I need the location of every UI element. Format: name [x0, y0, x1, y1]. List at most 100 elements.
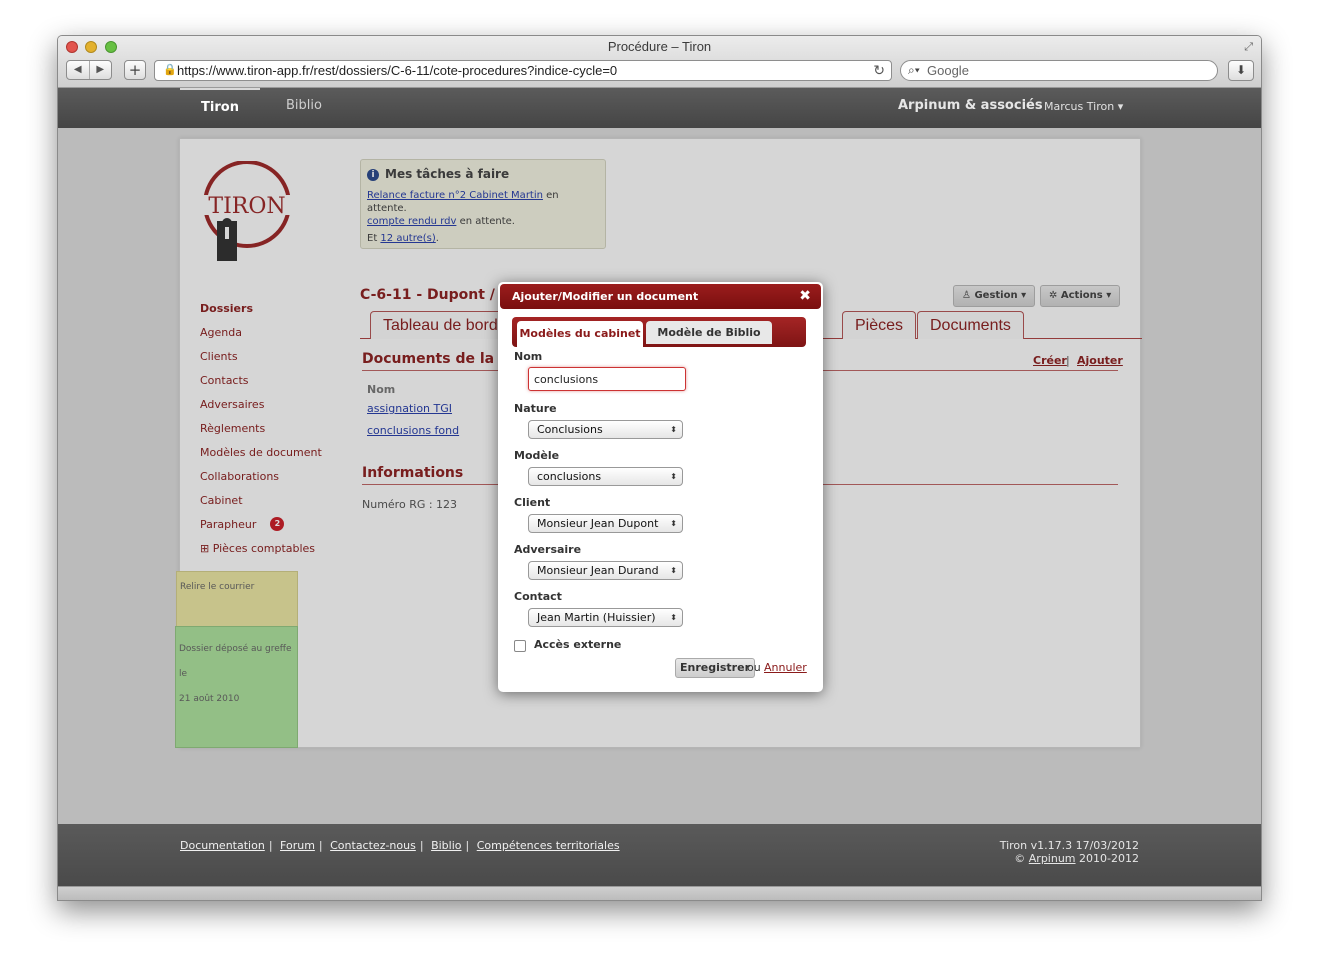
side-navigation: Dossiers Agenda Clients Contacts Adversa… — [200, 301, 322, 565]
annuler-link[interactable]: Annuler — [764, 661, 807, 674]
document-link-conclusions[interactable]: conclusions fond — [367, 424, 459, 437]
copyright: © Arpinum 2010-2012 — [1014, 852, 1139, 865]
informations-section-title: Informations — [362, 465, 464, 481]
nom-input[interactable] — [528, 367, 686, 391]
footer-link-competences[interactable]: Compétences territoriales — [477, 839, 620, 852]
sidebar-item-agenda[interactable]: Agenda — [200, 325, 322, 349]
chevron-down-icon: ▾ — [1021, 290, 1027, 301]
ou-text: ou — [747, 661, 761, 674]
enregistrer-button[interactable]: Enregistrer — [675, 658, 755, 678]
tab-tableau-de-bord[interactable]: Tableau de bord — [370, 311, 511, 339]
client-select[interactable]: Monsieur Jean Dupont ⬍ — [528, 514, 683, 533]
info-icon: i — [367, 168, 379, 181]
chevron-down-icon: ▾ — [1106, 290, 1112, 301]
contact-select[interactable]: Jean Martin (Huissier) ⬍ — [528, 608, 683, 627]
nom-label: Nom — [514, 350, 543, 363]
task-link-others[interactable]: 12 autre(s) — [380, 233, 435, 244]
task-line-3: Et 12 autre(s). — [367, 233, 439, 244]
select-arrows-icon: ⬍ — [670, 425, 677, 434]
adversaire-select[interactable]: Monsieur Jean Durand ⬍ — [528, 561, 683, 580]
sidebar-item-clients[interactable]: Clients — [200, 349, 322, 373]
footer: Documentation | Forum | Contactez-nous | Bi… — [58, 824, 1261, 886]
sticky-note-date: 21 août 2010 — [179, 694, 240, 704]
sidebar-item-parapheur[interactable]: Parapheur 2 — [200, 517, 322, 541]
chevron-down-icon: ▾ — [1117, 100, 1124, 113]
sidebar-item-cabinet[interactable]: Cabinet — [200, 493, 322, 517]
top-navigation: Tiron Biblio Arpinum & associés Marcus T… — [58, 88, 1261, 128]
modal-header: Ajouter/Modifier un document ✖ — [500, 284, 821, 309]
sidebar-item-reglements[interactable]: Règlements — [200, 421, 322, 445]
tiron-logo: TIRON — [202, 161, 292, 261]
sidebar-item-contacts[interactable]: Contacts — [200, 373, 322, 397]
tasks-title: Mes tâches à faire — [385, 167, 510, 181]
version-text: Tiron v1.17.3 17/03/2012 — [999, 839, 1139, 852]
logo-text: TIRON — [208, 194, 285, 219]
parapheur-badge: 2 — [270, 517, 285, 531]
back-forward-buttons[interactable]: ◀ ▶ — [66, 60, 112, 80]
actions-button[interactable]: ✲ Actions ▾ — [1040, 285, 1121, 307]
gestion-button[interactable]: ♙ Gestion ▾ — [953, 285, 1036, 307]
select-arrows-icon: ⬍ — [670, 566, 677, 575]
lock-icon: 🔒 — [163, 64, 177, 76]
tab-modele-biblio[interactable]: Modèle de Biblio — [646, 321, 772, 344]
arpinum-link[interactable]: Arpinum — [1029, 852, 1076, 865]
nav-tab-biblio[interactable]: Biblio — [286, 88, 322, 124]
acces-externe-checkbox[interactable] — [514, 640, 526, 652]
document-link-assignation[interactable]: assignation TGI — [367, 402, 452, 415]
creer-link[interactable]: Créer — [1033, 354, 1067, 367]
firm-name[interactable]: Arpinum & associés — [898, 88, 1043, 124]
nav-tab-tiron[interactable]: Tiron — [180, 88, 260, 128]
back-icon[interactable]: ◀ — [67, 61, 90, 79]
column-header-nom: Nom — [367, 383, 396, 396]
adversaire-label: Adversaire — [514, 543, 582, 556]
task-link-compte-rendu[interactable]: compte rendu rdv — [367, 216, 456, 227]
reload-icon[interactable]: ↻ — [873, 61, 885, 80]
downloads-icon[interactable]: ⬇ — [1228, 60, 1254, 81]
user-menu[interactable]: Marcus Tiron ▾ — [1044, 88, 1123, 126]
url-bar[interactable]: 🔒 https://www.tiron-app.fr/rest/dossiers… — [154, 60, 892, 81]
sidebar-item-collaborations[interactable]: Collaborations — [200, 469, 322, 493]
select-arrows-icon: ⬍ — [670, 472, 677, 481]
modal-title: Ajouter/Modifier un document — [512, 290, 699, 303]
select-arrows-icon: ⬍ — [670, 519, 677, 528]
fullscreen-icon[interactable]: ⤢ — [1244, 40, 1253, 54]
sticky-note-text: Relire le courrier — [180, 582, 255, 592]
tab-modeles-cabinet[interactable]: Modèles du cabinet — [517, 321, 643, 347]
link-separator: | — [1066, 354, 1070, 367]
user-name: Marcus Tiron — [1044, 100, 1115, 113]
footer-link-documentation[interactable]: Documentation — [180, 839, 265, 852]
task-link-relance[interactable]: Relance facture n°2 Cabinet Martin — [367, 190, 543, 201]
user-icon: ♙ — [962, 290, 971, 301]
forward-icon[interactable]: ▶ — [90, 61, 112, 79]
search-placeholder: Google — [927, 63, 969, 78]
numero-rg: Numéro RG : 123 — [362, 498, 458, 511]
client-label: Client — [514, 496, 551, 509]
tab-documents[interactable]: Documents — [917, 311, 1024, 339]
footer-link-forum[interactable]: Forum — [280, 839, 315, 852]
footer-link-contact[interactable]: Contactez-nous — [330, 839, 416, 852]
sticky-note-text: Dossier déposé au greffe le — [179, 644, 292, 679]
select-arrows-icon: ⬍ — [670, 613, 677, 622]
window-title: Procédure – Tiron — [607, 39, 712, 54]
gear-icon: ✲ — [1049, 290, 1058, 301]
sidebar-item-dossiers[interactable]: Dossiers — [200, 301, 322, 325]
sidebar-item-pieces-comptables[interactable]: ⊞ Pièces comptables — [200, 541, 322, 565]
task-line-1: Relance facture n°2 Cabinet Martin en at… — [367, 190, 559, 214]
sidebar-item-adversaires[interactable]: Adversaires — [200, 397, 322, 421]
tab-pieces[interactable]: Pièces — [842, 311, 917, 339]
sidebar-item-modeles[interactable]: Modèles de document — [200, 445, 322, 469]
ajouter-link[interactable]: Ajouter — [1077, 354, 1123, 367]
close-icon[interactable]: ✖ — [799, 284, 811, 309]
footer-link-biblio[interactable]: Biblio — [431, 839, 461, 852]
search-field[interactable]: ⌕▾ Google — [900, 60, 1218, 81]
modele-label: Modèle — [514, 449, 560, 462]
acces-externe-label: Accès externe — [534, 638, 622, 651]
contact-label: Contact — [514, 590, 562, 603]
new-tab-button[interactable]: + — [124, 60, 146, 80]
url-text: https://www.tiron-app.fr/rest/dossiers/C… — [177, 63, 618, 78]
sticky-note-yellow[interactable]: Relire le courrier — [176, 571, 298, 627]
task-line-2: compte rendu rdv en attente. — [367, 216, 515, 227]
nature-select[interactable]: Conclusions ⬍ — [528, 420, 683, 439]
sticky-note-green[interactable]: Dossier déposé au greffe le 21 août 2010 — [175, 626, 298, 748]
modele-select[interactable]: conclusions ⬍ — [528, 467, 683, 486]
